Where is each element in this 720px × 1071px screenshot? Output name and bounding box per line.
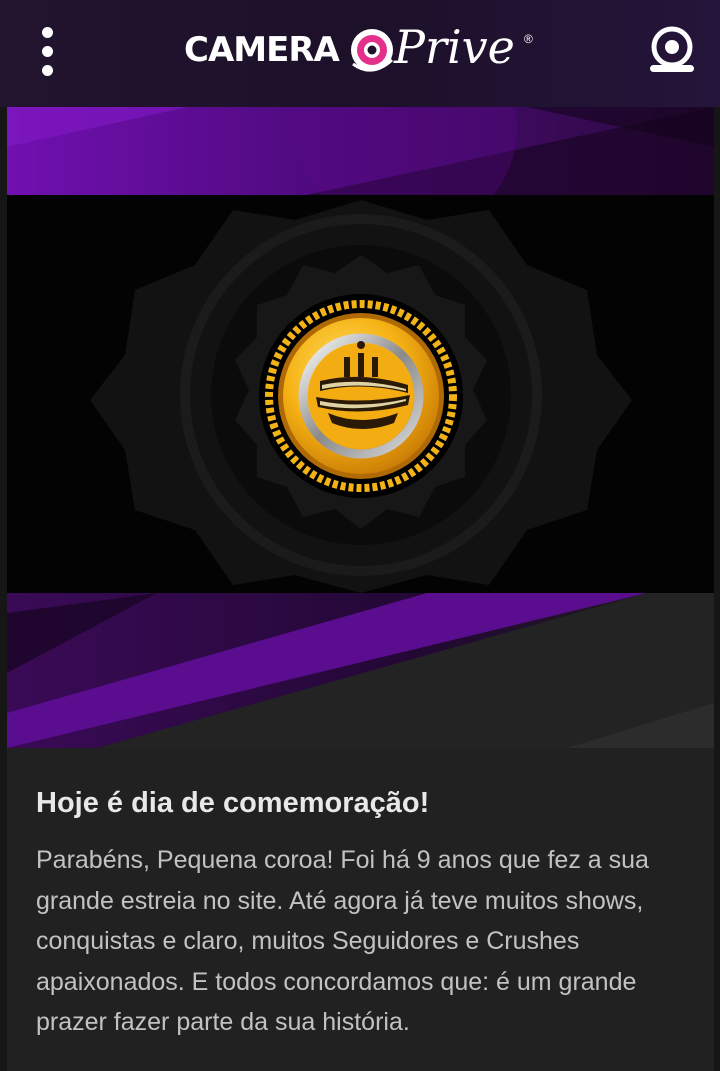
vertical-dots-icon xyxy=(42,46,53,57)
menu-button[interactable] xyxy=(28,24,68,80)
gold-crown-coin-badge xyxy=(259,294,463,498)
anniversary-card: Hoje é dia de comemoração! Parabéns, Peq… xyxy=(7,107,714,1071)
logo-wordmark-prive: Prive xyxy=(394,20,515,74)
registered-mark: ® xyxy=(524,32,533,46)
top-bar: CAMERA Prive ® xyxy=(0,0,720,107)
logo-wordmark-camera: CAMERA xyxy=(184,30,340,70)
eye-icon xyxy=(351,29,394,72)
app-screen: CAMERA Prive ® Hoje é dia de comemoração… xyxy=(0,0,720,1071)
article-title: Hoje é dia de comemoração! xyxy=(36,787,430,819)
vertical-dots-icon xyxy=(42,65,53,76)
webcam-button[interactable] xyxy=(644,26,700,76)
article-body: Parabéns, Pequena coroa! Foi há 9 anos q… xyxy=(36,846,649,1036)
camera-prive-logo[interactable]: CAMERA Prive ® xyxy=(184,18,540,82)
banner-top-stripes xyxy=(7,107,714,195)
banner-badge-area xyxy=(7,195,714,593)
webcam-icon xyxy=(650,26,694,72)
vertical-dots-icon xyxy=(42,27,53,38)
banner-bottom-stripes xyxy=(7,593,714,748)
